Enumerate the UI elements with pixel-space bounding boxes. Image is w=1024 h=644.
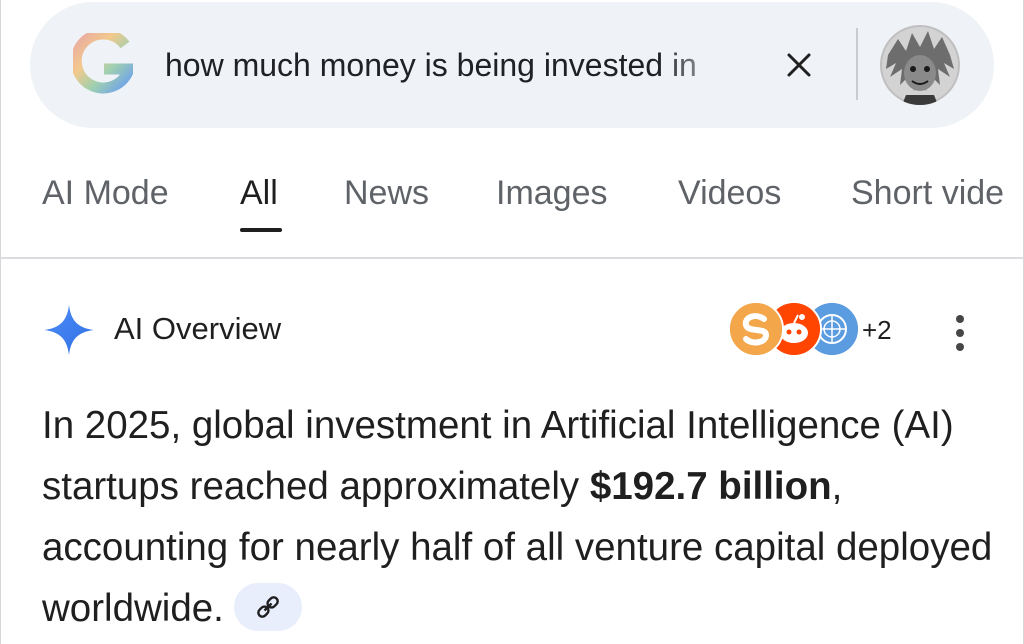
source-favicon-1 bbox=[728, 301, 784, 357]
ai-overview-title: AI Overview bbox=[114, 311, 282, 346]
more-vert-icon[interactable] bbox=[944, 311, 976, 355]
search-tabs: AI Mode All News Images Videos Short vid… bbox=[0, 160, 1024, 240]
tab-videos[interactable]: Videos bbox=[678, 172, 781, 214]
tab-ai-mode[interactable]: AI Mode bbox=[42, 172, 169, 214]
ai-overview-answer: In 2025, global investment in Artificial… bbox=[42, 395, 1002, 639]
search-input[interactable]: how much money is being invested in bbox=[165, 44, 740, 86]
tab-all[interactable]: All bbox=[240, 172, 278, 214]
ai-overview-header: AI Overview +2 bbox=[0, 295, 1024, 365]
close-icon[interactable] bbox=[779, 45, 819, 85]
tab-images[interactable]: Images bbox=[496, 172, 608, 214]
active-tab-indicator bbox=[240, 228, 282, 232]
google-logo-icon bbox=[73, 33, 133, 94]
more-sources-count[interactable]: +2 bbox=[862, 313, 892, 347]
avatar-image bbox=[880, 25, 960, 105]
tab-news[interactable]: News bbox=[344, 172, 429, 214]
tabs-divider bbox=[0, 257, 1024, 259]
kebab-dot bbox=[956, 343, 964, 351]
search-bar-divider bbox=[856, 28, 858, 100]
answer-highlight: $192.7 billion bbox=[589, 465, 832, 508]
source-favicons[interactable] bbox=[728, 301, 860, 359]
citation-link-button[interactable] bbox=[233, 582, 302, 631]
kebab-dot bbox=[956, 315, 964, 323]
avatar[interactable] bbox=[880, 25, 960, 105]
sparkle-icon bbox=[44, 305, 94, 355]
kebab-dot bbox=[956, 329, 964, 337]
tab-short-videos[interactable]: Short vide bbox=[851, 172, 1004, 214]
link-icon bbox=[257, 595, 279, 618]
